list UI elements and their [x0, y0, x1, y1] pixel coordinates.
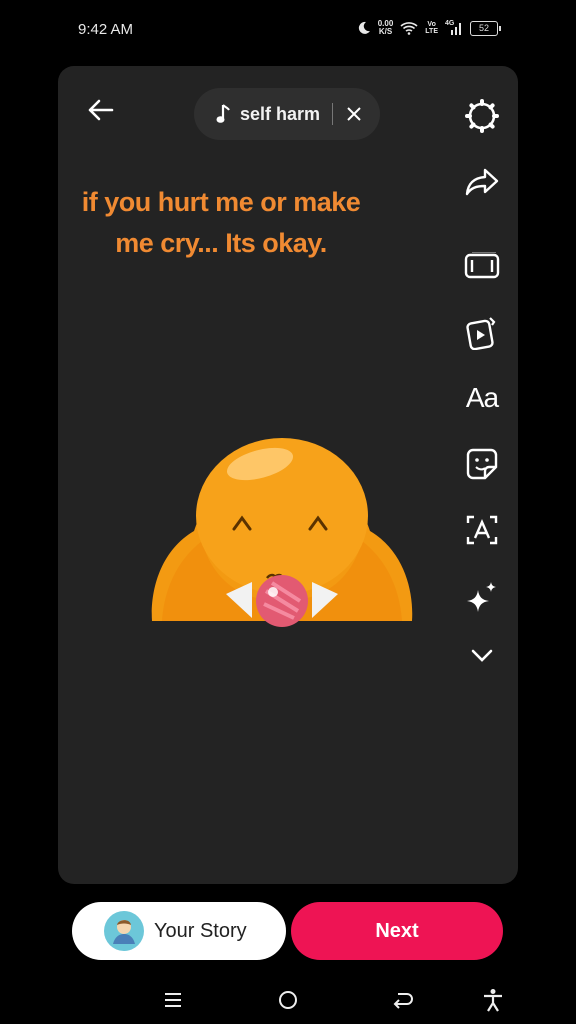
signal-icon: 4G [445, 20, 463, 35]
volte-indicator: Vo LTE [425, 21, 438, 35]
candy-blob-sticker[interactable] [142, 426, 420, 646]
text-tool-icon: Aa [465, 382, 499, 413]
bottom-action-bar: Your Story Next [0, 900, 576, 962]
nav-menu-button[interactable] [158, 985, 188, 1015]
home-icon [279, 991, 297, 1009]
nav-accessibility-button[interactable] [478, 985, 508, 1015]
share-arrow-icon [465, 168, 499, 196]
more-tools-button[interactable] [462, 636, 502, 676]
back-icon [393, 993, 413, 1009]
templates-button[interactable] [462, 312, 502, 352]
status-icons: 0.00 K/S Vo LTE 4G 52 [357, 20, 501, 36]
status-time: 9:42 AM [78, 21, 134, 38]
avatar-icon [113, 920, 135, 944]
sticker-icon [466, 448, 498, 480]
sticker-button[interactable] [462, 444, 502, 484]
your-story-button[interactable]: Your Story [72, 902, 286, 960]
menu-icon [165, 993, 181, 1007]
templates-icon [466, 317, 496, 350]
back-button[interactable] [82, 92, 118, 128]
back-arrow-icon [88, 99, 114, 121]
volte-top: Vo [427, 21, 436, 28]
caption-text[interactable]: if you hurt me or make me cry... Its oka… [68, 182, 374, 264]
music-note-icon [216, 104, 230, 123]
nav-back-button[interactable] [388, 985, 418, 1015]
system-nav-bar [0, 975, 576, 1023]
aspect-ratio-icon [464, 253, 500, 279]
volte-bottom: LTE [425, 28, 438, 35]
battery-level: 52 [478, 22, 489, 33]
nav-home-button[interactable] [273, 985, 303, 1015]
your-story-label: Your Story [154, 919, 247, 942]
text-tool-button[interactable]: Aa [462, 378, 502, 418]
moon-icon [358, 21, 370, 34]
effects-sparkle-icon [467, 582, 496, 612]
settings-gear-icon [465, 99, 499, 133]
wifi-icon [400, 22, 418, 35]
status-bar: 9:42 AM 0.00 K/S Vo LTE 4G 52 [0, 0, 576, 60]
story-canvas[interactable]: self harm if you hurt me or make me cry.… [58, 66, 518, 884]
music-pill[interactable]: self harm [194, 88, 380, 140]
net-speed-unit: K/S [378, 27, 393, 36]
effects-button[interactable] [462, 578, 502, 618]
remove-music-button[interactable] [343, 103, 365, 125]
music-title: self harm [240, 103, 321, 124]
auto-captions-icon [466, 515, 498, 545]
settings-button[interactable] [462, 96, 502, 136]
pill-divider [332, 103, 334, 125]
aspect-ratio-button[interactable] [462, 246, 502, 286]
share-button[interactable] [462, 162, 502, 202]
close-icon [347, 107, 361, 121]
more-chevron-icon [471, 649, 493, 662]
net-speed: 0.00 K/S [378, 20, 394, 36]
avatar [104, 911, 144, 951]
next-button[interactable]: Next [291, 902, 503, 960]
accessibility-icon [484, 989, 502, 1012]
auto-captions-button[interactable] [462, 510, 502, 550]
battery-icon: 52 [470, 20, 501, 36]
